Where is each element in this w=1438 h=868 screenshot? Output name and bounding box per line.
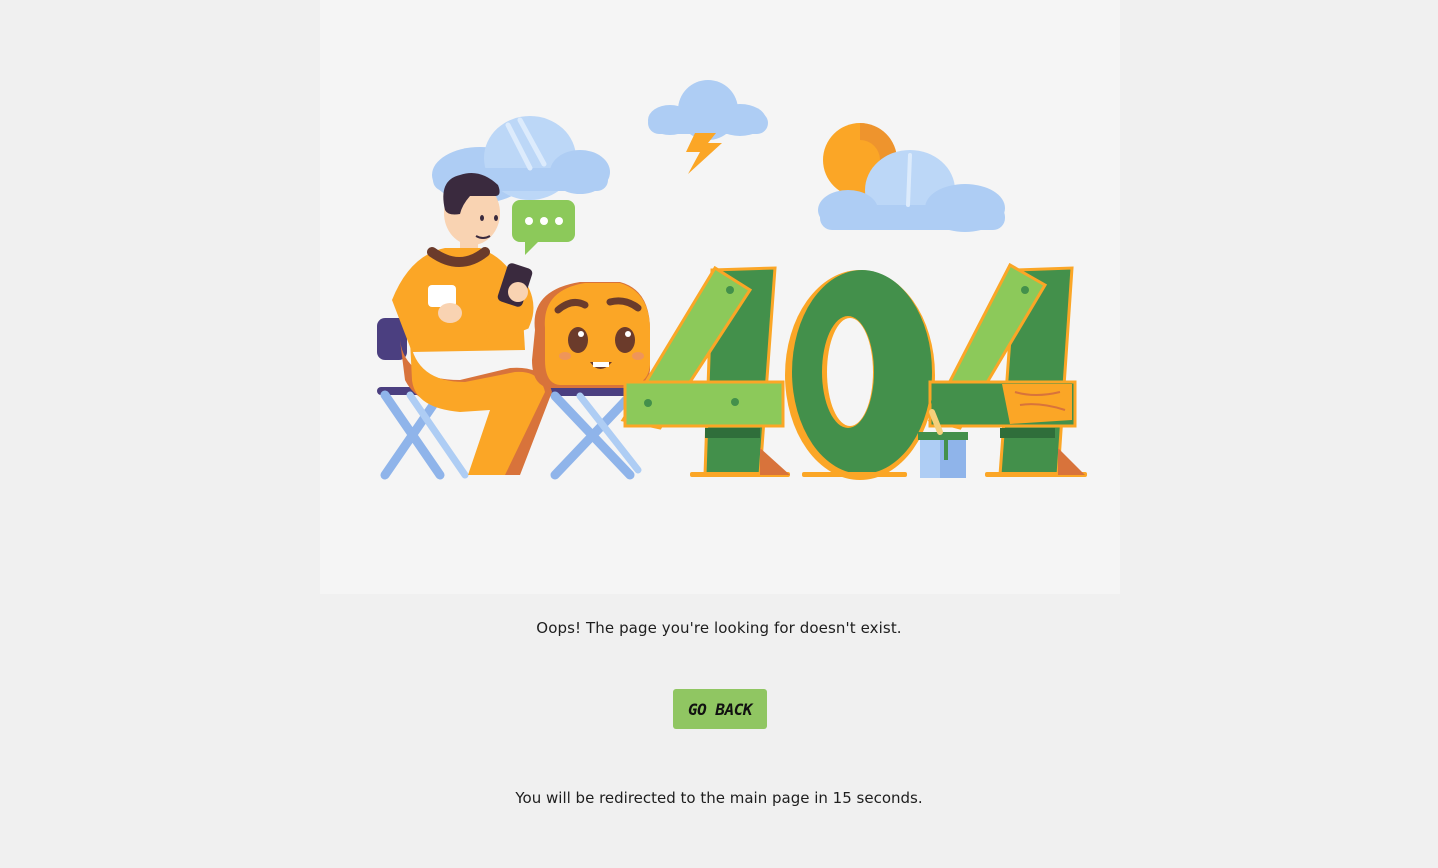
- error-page: Oops! The page you're looking for doesn'…: [0, 0, 1438, 868]
- digit-zero-icon: [785, 270, 935, 480]
- go-back-button[interactable]: GO BACK: [673, 689, 767, 729]
- error-illustration-panel: [320, 0, 1120, 594]
- error-message: Oops! The page you're looking for doesn'…: [536, 619, 902, 637]
- storm-cloud-icon: [648, 80, 768, 174]
- speech-bubble-icon: [512, 200, 575, 255]
- redirect-countdown-text: You will be redirected to the main page …: [515, 789, 923, 807]
- error-404-illustration: [377, 80, 1087, 480]
- orange-blob-character-icon: [532, 282, 650, 388]
